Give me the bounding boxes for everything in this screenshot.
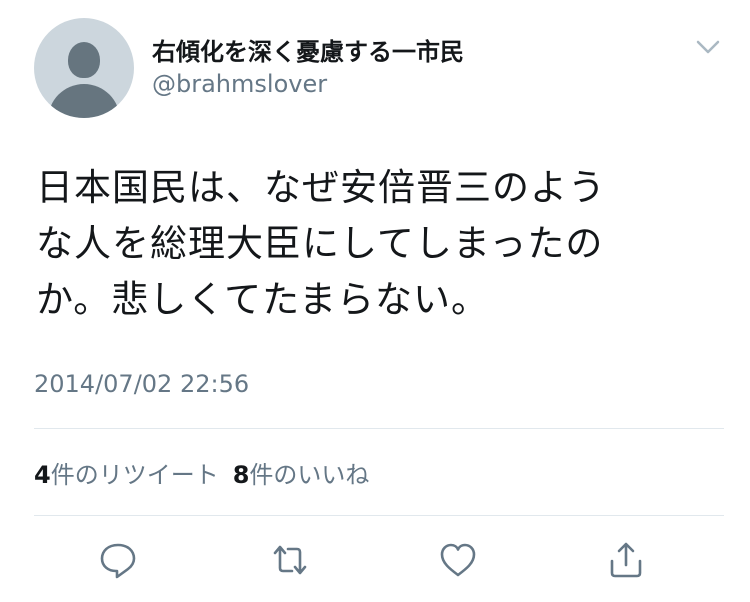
like-count-label: 件のいいね <box>249 461 370 489</box>
retweet-count: 4 <box>34 461 51 489</box>
chevron-down-icon[interactable] <box>692 36 724 60</box>
divider <box>34 428 724 429</box>
avatar[interactable] <box>34 18 134 118</box>
like-count: 8 <box>232 461 250 489</box>
heart-icon[interactable] <box>438 540 478 580</box>
retweet-count-link[interactable]: 4件のリツイート <box>34 455 219 490</box>
display-name[interactable]: 右傾化を深く憂慮する一市民 <box>152 32 464 67</box>
like-count-link[interactable]: 8件のいいね <box>233 455 370 490</box>
tweet-card: 右傾化を深く憂慮する一市民 @brahmslover 日本国民は、なぜ安倍晋三の… <box>0 0 750 602</box>
retweet-icon[interactable] <box>270 540 310 580</box>
divider <box>34 515 724 516</box>
tweet-stats: 4件のリツイート 8件のいいね <box>34 455 369 490</box>
avatar-head-shape <box>68 42 100 78</box>
tweet-timestamp[interactable]: 2014/07/02 22:56 <box>34 370 249 398</box>
avatar-body-shape <box>48 84 120 118</box>
reply-icon[interactable] <box>98 540 138 580</box>
username[interactable]: @brahmslover <box>152 70 327 98</box>
tweet-text: 日本国民は、なぜ安倍晋三のよう な人を総理大臣にしてしまったの か。悲しくてたま… <box>36 166 606 321</box>
retweet-count-label: 件のリツイート <box>50 461 219 489</box>
share-icon[interactable] <box>606 540 646 580</box>
